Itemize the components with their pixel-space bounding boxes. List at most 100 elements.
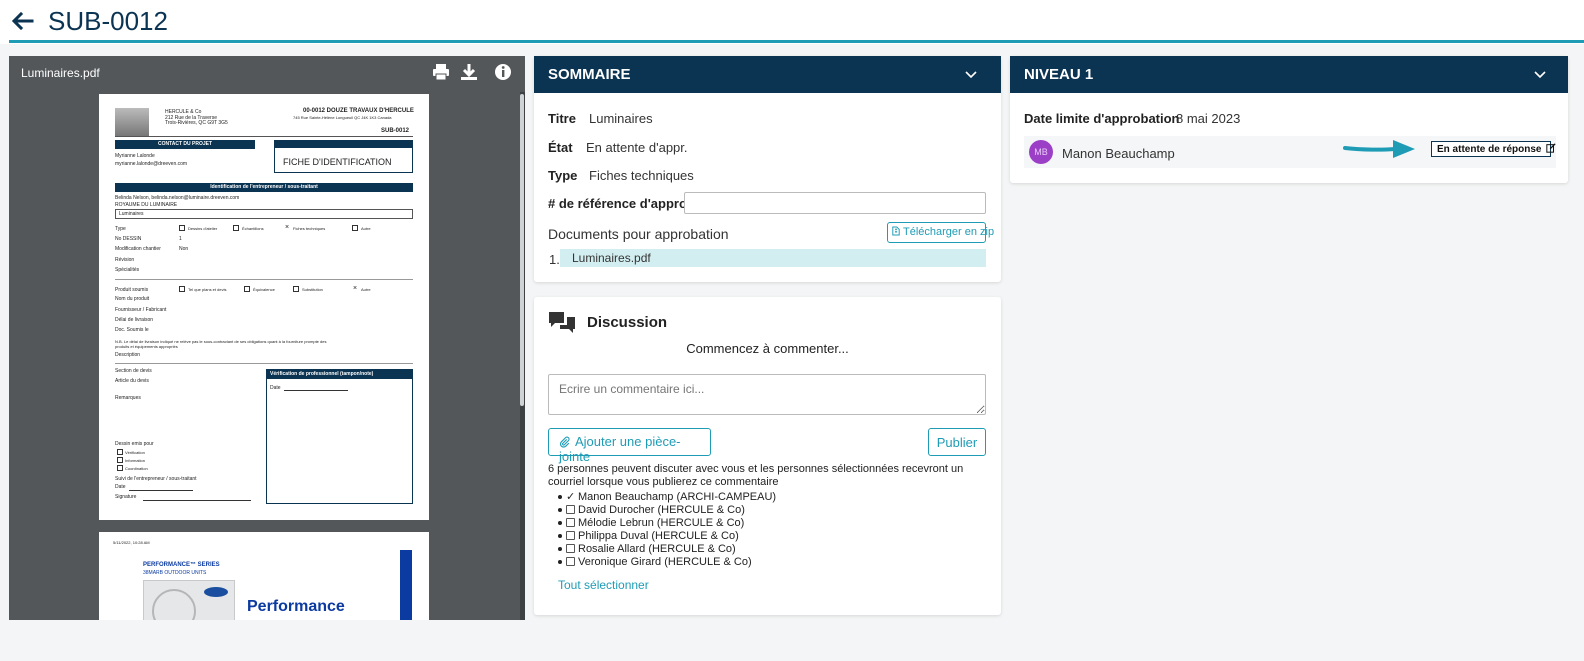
level-header[interactable]: NIVEAU 1 (1010, 56, 1568, 93)
modif-value: Non (179, 246, 189, 252)
no-dessin-label: No DESSIN (115, 236, 142, 242)
title-divider (9, 40, 1584, 43)
type-opt: Échantillons (242, 226, 264, 231)
top-bar: SUB-0012 (0, 0, 1584, 44)
avatar: MB (1029, 140, 1053, 164)
type-opt: Fiches techniques (293, 226, 326, 231)
article-devis: Article du devis (115, 378, 149, 384)
fiche-title: FICHE D'IDENTIFICATION (283, 157, 392, 167)
fournisseur: Fournisseur / Fabricant (115, 307, 167, 313)
summary-header[interactable]: SOMMAIRE (534, 56, 1001, 93)
viewer-file-name: Luminaires.pdf (21, 66, 100, 80)
ref-label: # de référence d'approb. (548, 196, 699, 211)
doc-list-item[interactable]: Luminaires.pdf (560, 249, 986, 267)
download-icon[interactable] (459, 62, 479, 82)
docs-label: Documents pour approbation (548, 226, 729, 242)
status-button[interactable]: En attente de réponse (1431, 141, 1556, 157)
dessin-opt: Coordination (125, 466, 148, 471)
etat-value: En attente d'appr. (586, 140, 688, 155)
participant-item[interactable]: David Durocher (HERCULE & Co) (558, 504, 776, 517)
discussion-heading: Discussion (587, 314, 668, 331)
type-opt: Dessins d'atelier (188, 226, 218, 231)
deadline-label: Date limite d'approbation (1024, 111, 1180, 126)
back-arrow-icon[interactable] (8, 8, 36, 36)
specialites-label: Spécialités (115, 267, 140, 273)
page2-brand: Performance (247, 598, 345, 615)
delai: Délai de livraison (115, 317, 154, 323)
attach-file-button[interactable]: Ajouter une pièce-jointe (548, 428, 711, 464)
sub-company: ROYAUME DU LUMINAIRE (115, 202, 178, 208)
dessin-emis: Dessin emis pour (115, 441, 154, 447)
modif-label: Modification chantier (115, 246, 161, 252)
page-title: SUB-0012 (48, 6, 168, 36)
participant-item[interactable]: ✓ Manon Beauchamp (ARCHI-CAMPEAU) (558, 491, 777, 504)
verif-box: Vérification de professionnel (tampon/no… (266, 369, 413, 504)
produit-label: Produit soumis (115, 287, 149, 293)
participant-checkbox[interactable] (566, 505, 575, 514)
select-all-link[interactable]: Tout sélectionner (558, 578, 649, 592)
arrow-pointer-icon (1343, 140, 1415, 158)
download-zip-button[interactable]: Télécharger en zip (887, 222, 994, 243)
participant-item[interactable]: Mélodie Lebrun (HERCULE & Co) (558, 517, 776, 530)
signature-label: Signature (115, 494, 137, 500)
chevron-down-icon[interactable] (1533, 68, 1547, 82)
verif-date: Date (270, 385, 281, 391)
nb-text-2: produits et équipements appropriés (115, 344, 178, 349)
print-icon[interactable] (431, 62, 451, 82)
contact-email: myrianne.lalonde@dreeven.com (115, 161, 188, 167)
zip-file-icon (892, 226, 900, 236)
viewer-scroll-thumb[interactable] (520, 94, 524, 406)
comment-input[interactable] (548, 374, 986, 415)
participant-item[interactable]: Veronique Girard (HERCULE & Co) (558, 556, 776, 569)
participant-name: David Durocher (HERCULE & Co) (578, 504, 745, 516)
level-heading: NIVEAU 1 (1024, 66, 1094, 83)
participant-checkbox[interactable] (566, 557, 575, 566)
doc-link[interactable]: Luminaires.pdf (572, 251, 651, 265)
participant-checkbox[interactable] (566, 518, 575, 527)
edit-icon (1546, 143, 1556, 153)
ident-bar: Identification de l'entrepreneur / sous-… (115, 183, 413, 192)
project-name: 00-0012 DOUZE TRAVAUX D'HERCULE (303, 108, 414, 114)
page2-series: PERFORMANCE™ SERIES (143, 562, 220, 568)
checked-mark: × (353, 285, 358, 292)
doc-soumis: Doc. Soumis le (115, 327, 149, 333)
check-icon: ✓ (566, 491, 576, 503)
produit-opt: Autre (361, 287, 371, 292)
paperclip-icon (559, 436, 570, 448)
produit-opt: Équivalence (253, 287, 275, 292)
participant-name: Veronique Girard (HERCULE & Co) (578, 556, 752, 568)
remarques: Remarques (115, 395, 141, 401)
publish-button[interactable]: Publier (928, 428, 986, 456)
type-value: Fiches techniques (589, 168, 694, 183)
participant-item[interactable]: Rosalie Allard (HERCULE & Co) (558, 543, 776, 556)
participant-list: ✓ Manon Beauchamp (ARCHI-CAMPEAU) David D… (558, 491, 777, 569)
approver-name: Manon Beauchamp (1062, 146, 1175, 161)
discussion-info: 6 personnes peuvent discuter avec vous e… (548, 463, 964, 488)
statue-logo (115, 108, 149, 136)
titre-value: Luminaires (589, 111, 653, 126)
ref-input[interactable] (684, 192, 986, 214)
suivi: Suivi de l'entrepreneur / sous-traitant (115, 476, 197, 482)
participant-name: Manon Beauchamp (ARCHI-CAMPEAU) (578, 491, 777, 503)
participant-name: Mélodie Lebrun (HERCULE & Co) (578, 517, 745, 529)
page2-units: 38MARB OUTDOOR UNITS (143, 570, 207, 576)
chat-icon (549, 312, 575, 333)
sub-title-box: Luminaires (115, 209, 413, 219)
company-city: Trois-Rivières, QC G9T 3G5 (165, 120, 228, 126)
type-label: Type (115, 226, 126, 232)
discussion-prompt: Commencez à commenter... (686, 341, 849, 356)
revision-label: Révision (115, 257, 135, 263)
produit-opt: Substitution (302, 287, 323, 292)
checked-mark: × (285, 224, 290, 231)
no-dessin-value: 1 (179, 236, 182, 242)
contact-name: Myrianne Lalonde (115, 153, 155, 159)
description-label: Description (115, 352, 141, 358)
produit-opt: Tel que plans et devis (188, 287, 227, 292)
chevron-down-icon[interactable] (964, 68, 978, 82)
section-devis: Section de devis (115, 368, 152, 374)
info-icon[interactable] (493, 62, 513, 82)
zip-label: Télécharger en zip (903, 226, 995, 238)
participant-checkbox[interactable] (566, 531, 575, 540)
participant-item[interactable]: Philippa Duval (HERCULE & Co) (558, 530, 776, 543)
participant-checkbox[interactable] (566, 544, 575, 553)
